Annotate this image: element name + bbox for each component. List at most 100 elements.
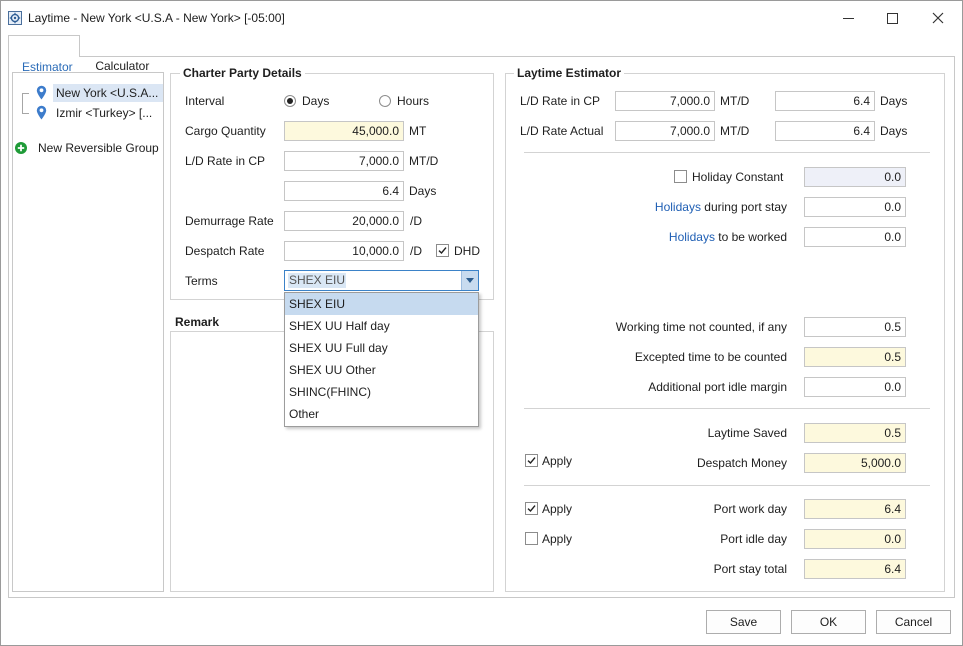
location-pin-icon (36, 85, 47, 100)
est-ld-rate-actual-field[interactable]: 7,000.0 (615, 121, 715, 141)
ld-days-unit: Days (409, 184, 437, 198)
est-ld-rate-cp-days-field[interactable]: 6.4 (775, 91, 875, 111)
tree-item-label: Izmir <Turkey> [... (56, 106, 153, 120)
est-ld-rate-actual-days-unit: Days (880, 124, 908, 138)
terms-dropdown-button[interactable] (461, 271, 478, 290)
new-reversible-group-button[interactable]: New Reversible Group (14, 139, 162, 157)
despatch-rate-field[interactable]: 10,000.0 (284, 241, 404, 261)
est-ld-rate-actual-label: L/D Rate Actual (520, 124, 604, 138)
maximize-button[interactable] (879, 6, 907, 30)
idle-margin-label: Additional port idle margin (648, 380, 787, 394)
holiday-constant-field[interactable]: 0.0 (804, 167, 906, 187)
location-pin-icon (36, 105, 47, 120)
cargo-quantity-field[interactable]: 45,000.0 (284, 121, 404, 141)
title-bar: Laytime - New York <U.S.A - New York> [-… (1, 1, 962, 35)
despatch-rate-unit: /D (410, 244, 422, 258)
ld-rate-cp-field[interactable]: 7,000.0 (284, 151, 404, 171)
tab-estimator[interactable]: Estimator (8, 35, 80, 74)
radio-circle (379, 95, 391, 107)
port-work-day-label: Port work day (713, 502, 787, 516)
working-time-not-counted-field[interactable]: 0.5 (804, 317, 906, 337)
terms-option[interactable]: SHEX UU Other (285, 359, 478, 381)
terms-option[interactable]: SHEX UU Half day (285, 315, 478, 337)
est-ld-rate-cp-unit: MT/D (720, 94, 750, 108)
radio-label: Days (302, 94, 330, 108)
holidays-port-stay-field[interactable]: 0.0 (804, 197, 906, 217)
check-icon (527, 505, 536, 513)
idle-margin-field[interactable]: 0.0 (804, 377, 906, 397)
tab-calculator[interactable]: Calculator (82, 35, 156, 73)
tree-item-new-york[interactable]: New York <U.S.A... (34, 84, 163, 102)
holiday-constant-label: Holiday Constant (692, 170, 784, 184)
window-title: Laytime - New York <U.S.A - New York> [-… (28, 11, 285, 25)
close-button[interactable] (924, 6, 952, 30)
despatch-money-label: Despatch Money (696, 456, 787, 470)
tree-item-label: New York <U.S.A... (53, 84, 163, 102)
laytime-saved-field[interactable]: 0.5 (804, 423, 906, 443)
port-idle-day-field[interactable]: 0.0 (804, 529, 906, 549)
port-stay-total-label: Port stay total (713, 562, 787, 576)
est-ld-rate-actual-days-field[interactable]: 6.4 (775, 121, 875, 141)
interval-hours-radio[interactable]: Hours (379, 93, 439, 109)
divider (524, 152, 930, 153)
excepted-time-field[interactable]: 0.5 (804, 347, 906, 367)
ld-days-field[interactable]: 6.4 (284, 181, 404, 201)
remark-title: Remark (175, 315, 220, 329)
checkbox-box (525, 532, 538, 545)
laytime-saved-label: Laytime Saved (707, 426, 787, 440)
port-work-day-field[interactable]: 6.4 (804, 499, 906, 519)
minimize-button[interactable] (834, 6, 862, 30)
save-button[interactable]: Save (706, 610, 781, 634)
holidays-port-stay-text: during port stay (700, 200, 787, 214)
tree-item-izmir[interactable]: Izmir <Turkey> [... (34, 104, 163, 122)
ld-rate-cp-unit: MT/D (409, 154, 439, 168)
working-time-not-counted-label: Working time not counted, if any (615, 320, 787, 334)
divider (524, 485, 930, 486)
chevron-down-icon (466, 278, 474, 283)
terms-dropdown-list: SHEX EIU SHEX UU Half day SHEX UU Full d… (284, 292, 479, 427)
terms-option[interactable]: SHEX EIU (285, 293, 478, 315)
tab-estimator-label: Estimator (21, 60, 73, 74)
radio-circle (284, 95, 296, 107)
interval-days-radio[interactable]: Days (284, 93, 344, 109)
check-icon (527, 457, 536, 465)
ld-rate-cp-label: L/D Rate in CP (185, 154, 266, 168)
dhd-checkbox[interactable]: DHD (436, 243, 486, 259)
checkbox-box (436, 244, 449, 257)
checkbox-box (525, 454, 538, 467)
terms-label: Terms (185, 274, 218, 288)
add-circle-icon (15, 142, 27, 154)
tree-connector (22, 93, 29, 114)
holidays-worked-label: Holidays to be worked (560, 229, 787, 245)
demurrage-rate-field[interactable]: 20,000.0 (284, 211, 404, 231)
terms-option[interactable]: SHEX UU Full day (285, 337, 478, 359)
close-icon (932, 12, 944, 24)
cancel-button[interactable]: Cancel (876, 610, 951, 634)
holidays-link[interactable]: Holidays (669, 230, 715, 244)
terms-selected-value: SHEX EIU (288, 273, 347, 288)
holidays-worked-text: to be worked (714, 230, 787, 244)
est-ld-rate-cp-field[interactable]: 7,000.0 (615, 91, 715, 111)
terms-combobox[interactable]: SHEX EIU (284, 270, 479, 291)
radio-label: Hours (397, 94, 430, 108)
holiday-constant-checkbox[interactable]: Holiday Constant (674, 169, 789, 185)
port-idle-day-label: Port idle day (720, 532, 787, 546)
divider (524, 408, 930, 409)
ok-button[interactable]: OK (791, 610, 866, 634)
tab-calculator-label: Calculator (95, 59, 150, 73)
new-reversible-group-label: New Reversible Group (38, 141, 159, 155)
maximize-icon (887, 13, 898, 24)
holidays-worked-field[interactable]: 0.0 (804, 227, 906, 247)
holidays-link[interactable]: Holidays (655, 200, 701, 214)
despatch-money-field[interactable]: 5,000.0 (804, 453, 906, 473)
cargo-quantity-unit: MT (409, 124, 427, 138)
check-icon (438, 247, 447, 255)
app-icon (8, 11, 22, 25)
interval-label: Interval (185, 94, 225, 108)
terms-option[interactable]: SHINC(FHINC) (285, 381, 478, 403)
terms-option[interactable]: Other (285, 403, 478, 425)
port-stay-total-field[interactable]: 6.4 (804, 559, 906, 579)
dhd-label: DHD (454, 244, 480, 258)
est-ld-rate-cp-label: L/D Rate in CP (520, 94, 601, 108)
cargo-quantity-label: Cargo Quantity (185, 124, 266, 138)
